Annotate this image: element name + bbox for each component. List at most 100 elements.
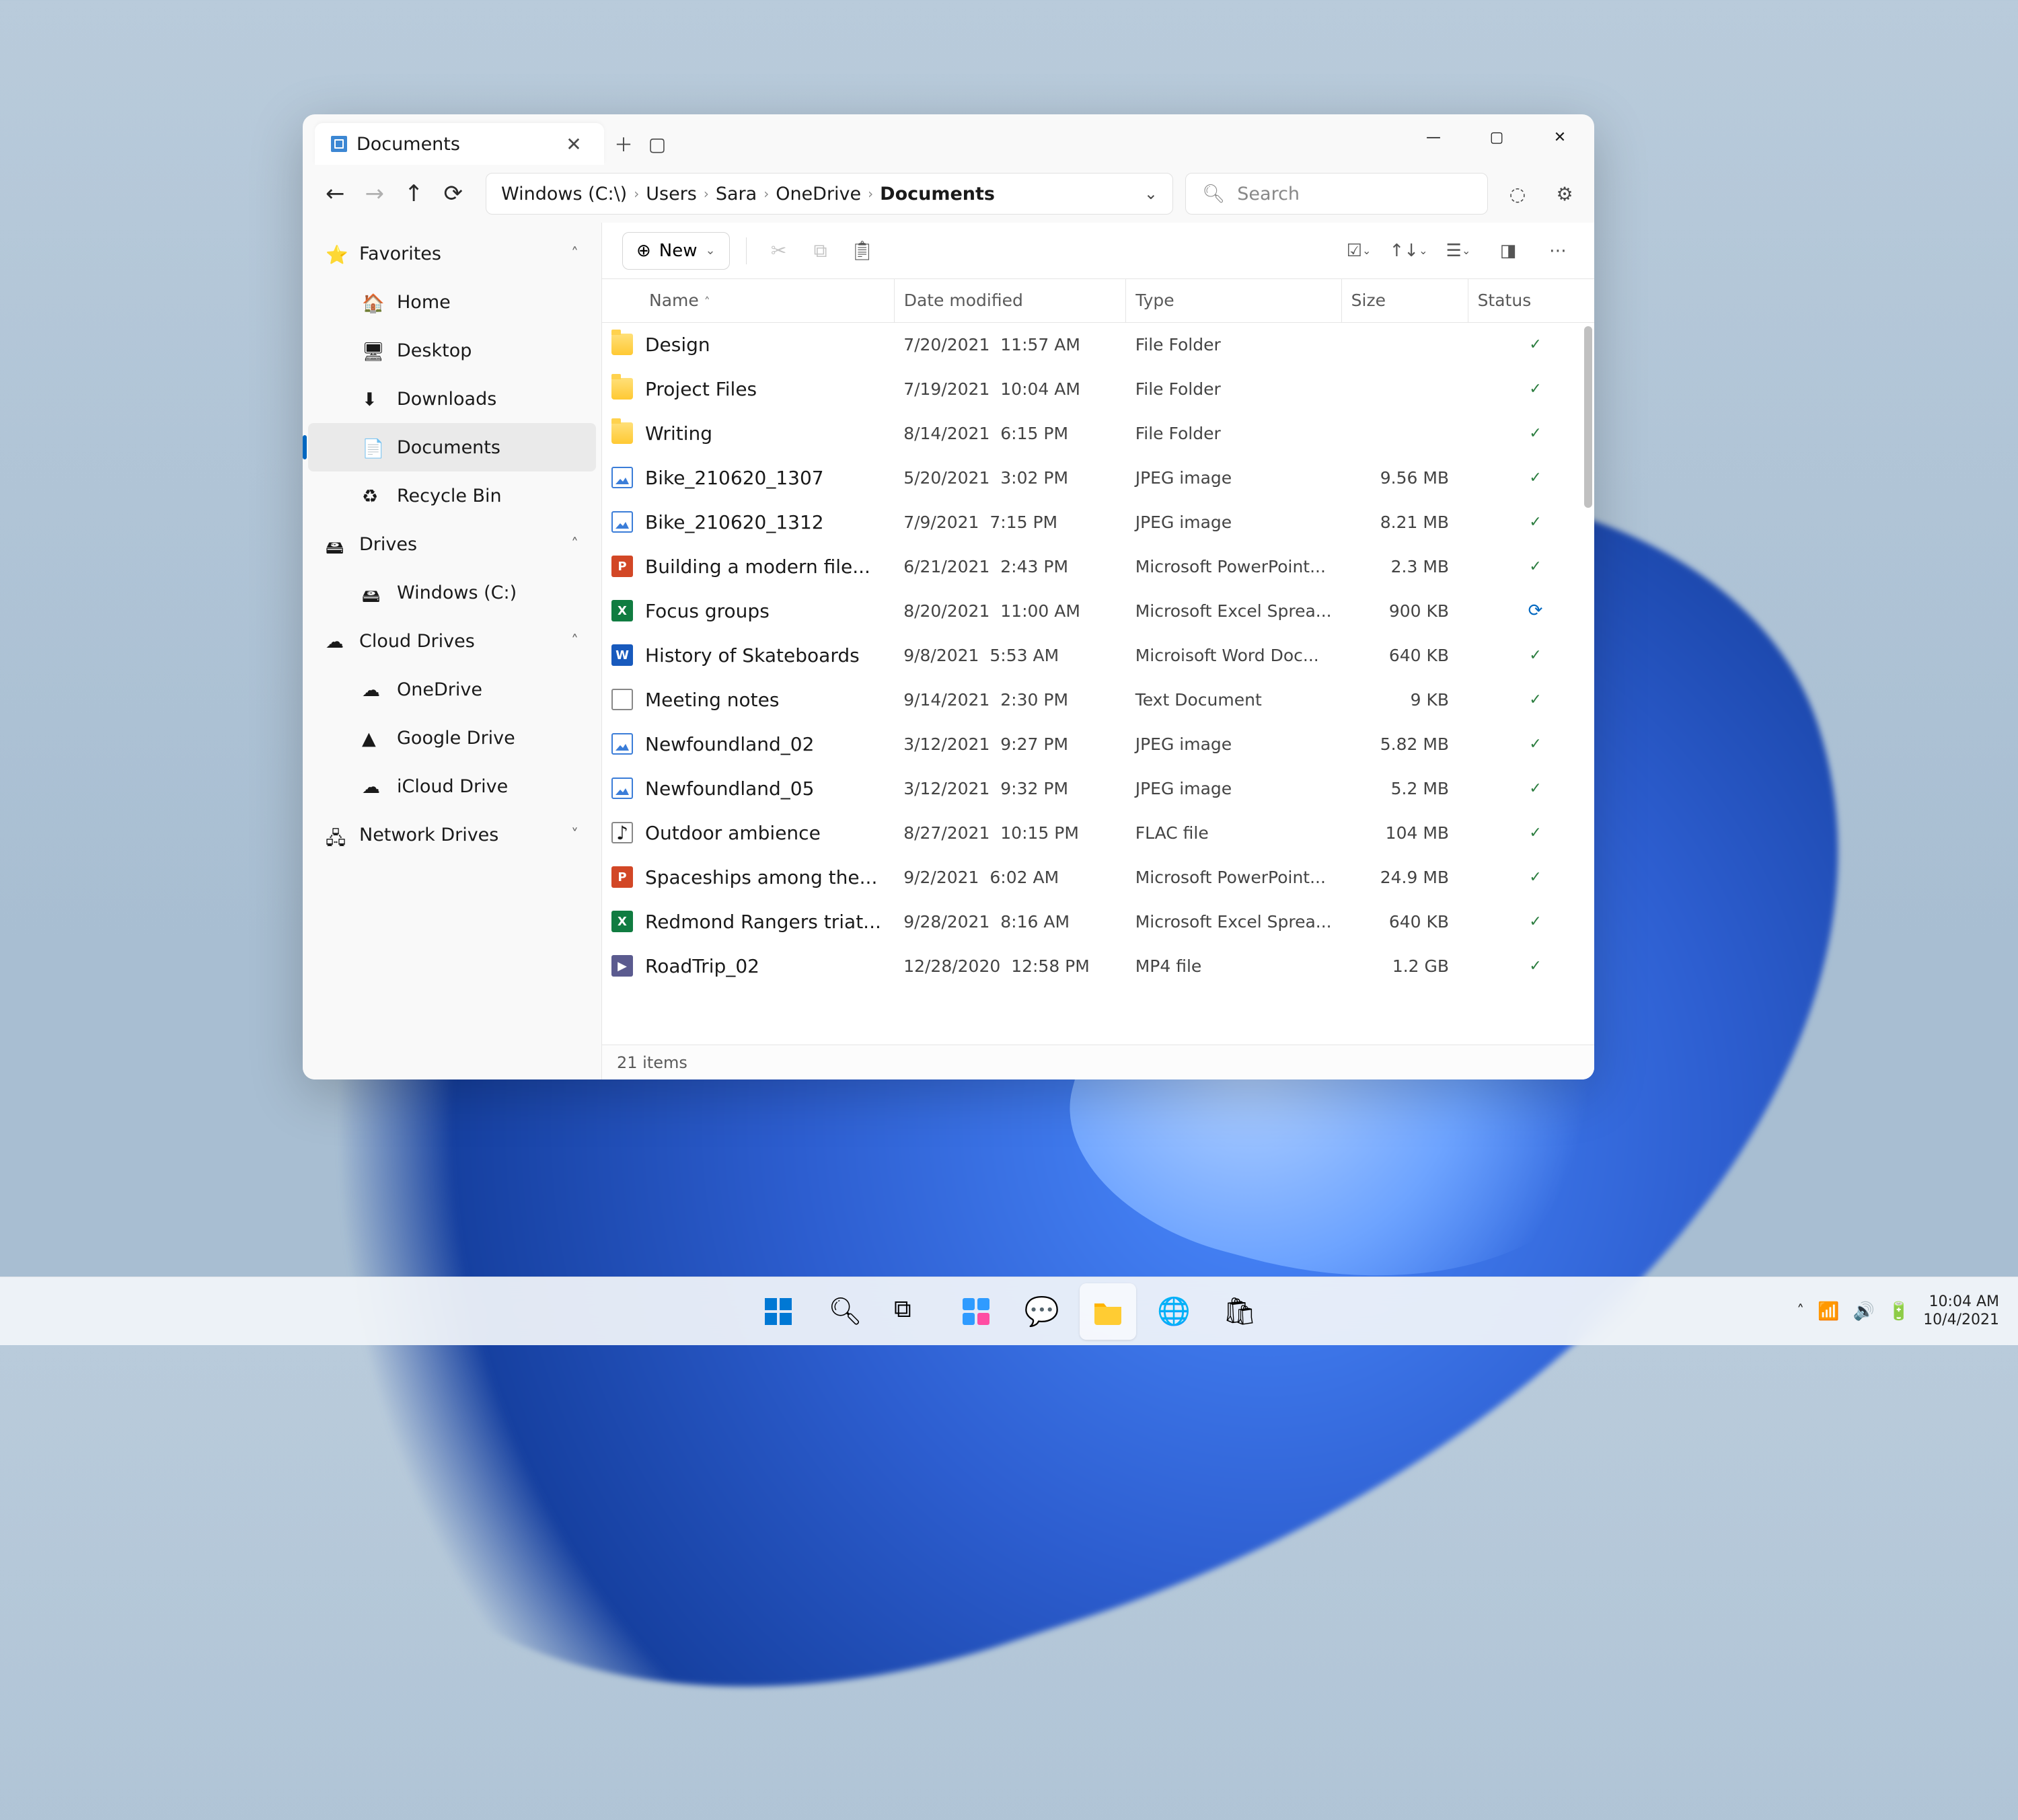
window-tab-documents[interactable]: Documents ✕ [315,123,604,165]
maximize-button[interactable]: ▢ [1466,118,1527,156]
folder-icon [611,422,633,444]
image-file-icon [611,511,633,533]
file-row[interactable]: Writing8/14/2021 6:15 PMFile Folder✓ [602,411,1594,455]
crumb-3[interactable]: OneDrive [776,184,861,204]
file-row[interactable]: Newfoundland_023/12/2021 9:27 PMJPEG ima… [602,722,1594,766]
scrollbar-thumb[interactable] [1584,326,1592,508]
file-size [1341,411,1468,455]
wifi-icon[interactable]: 📶 [1818,1301,1839,1322]
file-row[interactable]: ♪Outdoor ambience8/27/2021 10:15 PMFLAC … [602,810,1594,855]
search-box[interactable]: 🔍︎ Search [1185,173,1488,215]
sidebar-item-recycle-bin[interactable]: ♻︎Recycle Bin [308,471,596,520]
widgets-button[interactable] [948,1283,1004,1340]
file-row[interactable]: XRedmond Rangers triat...9/28/2021 8:16 … [602,899,1594,944]
crumb-4[interactable]: Documents [880,184,995,204]
home-icon: 🏠 [362,293,381,311]
file-row[interactable]: ▶RoadTrip_0212/28/2020 12:58 PMMP4 file1… [602,944,1594,988]
back-button[interactable]: ← [326,180,345,207]
file-name: Bike_210620_1312 [645,511,824,533]
select-button[interactable]: ☑ ⌄ [1343,235,1375,267]
tab-overview-button[interactable]: ▢ [643,130,671,158]
file-explorer-button[interactable] [1080,1283,1136,1340]
file-type: JPEG image [1126,500,1341,544]
column-modified[interactable]: Date modified [894,279,1126,322]
file-row[interactable]: XFocus groups8/20/2021 11:00 AMMicrosoft… [602,589,1594,633]
file-row[interactable]: Project Files7/19/2021 10:04 AMFile Fold… [602,367,1594,411]
file-date: 9/8/2021 [903,646,979,665]
details-pane-button[interactable]: ◨ [1492,235,1524,267]
edge-button[interactable]: 🌐 [1146,1283,1202,1340]
file-list[interactable]: Name˄ Date modified Type Size Status Des… [602,279,1594,1045]
sort-asc-icon: ˄ [704,295,710,309]
sidebar-item-desktop[interactable]: 🖥Desktop [308,326,596,375]
sidebar-item-google-drive[interactable]: ▲Google Drive [308,714,596,762]
close-tab-button[interactable]: ✕ [560,130,588,158]
sidebar-item-home[interactable]: 🏠Home [308,278,596,326]
sidebar-item-label: Desktop [397,340,472,361]
sidebar-section-favorites[interactable]: ⭐Favorites˄ [303,229,601,278]
minimize-button[interactable]: — [1403,118,1464,156]
new-button[interactable]: ⊕ New ⌄ [622,232,730,270]
sidebar-item-icloud-drive[interactable]: ☁iCloud Drive [308,762,596,810]
widgets-icon [960,1295,992,1328]
store-icon: 🛍︎ [1223,1295,1257,1327]
sidebar-item-onedrive[interactable]: ☁OneDrive [308,665,596,714]
file-row[interactable]: Bike_210620_13127/9/2021 7:15 PMJPEG ima… [602,500,1594,544]
file-row[interactable]: Newfoundland_053/12/2021 9:32 PMJPEG ima… [602,766,1594,810]
crumb-0[interactable]: Windows (C:\) [501,184,627,204]
file-size: 104 MB [1341,810,1468,855]
teams-chat-button[interactable]: 💬 [1014,1283,1070,1340]
cloud-icon: ☁︎ [326,632,344,650]
file-date: 5/20/2021 [903,468,989,488]
file-date: 9/2/2021 [903,868,979,887]
crumb-2[interactable]: Sara [716,184,757,204]
column-size[interactable]: Size [1341,279,1468,322]
refresh-button[interactable]: ⟳ [444,180,463,207]
paste-button[interactable]: 📋︎ [846,235,879,267]
settings-button[interactable]: ⚙ [1547,176,1582,211]
file-size: 5.2 MB [1341,766,1468,810]
sort-button[interactable]: ↑↓ ⌄ [1392,235,1425,267]
file-row[interactable]: PSpaceships among the...9/2/2021 6:02 AM… [602,855,1594,899]
titlebar: Documents ✕ ＋ ▢ — ▢ ✕ [303,114,1594,165]
store-button[interactable]: 🛍︎ [1211,1283,1268,1340]
clock-date: 10/4/2021 [1923,1312,1999,1329]
column-status[interactable]: Status [1468,279,1594,322]
search-icon: 🔍︎ [1202,183,1225,204]
battery-icon[interactable]: 🔋 [1888,1301,1910,1322]
sidebar-section-network-drives[interactable]: 🖧Network Drives˅ [303,810,601,859]
clock[interactable]: 10:04 AM 10/4/2021 [1923,1293,1999,1329]
sidebar-item-downloads[interactable]: ⬇︎Downloads [308,375,596,423]
address-bar[interactable]: Windows (C:\)› Users› Sara› OneDrive› Do… [486,173,1173,215]
sidebar-item-label: iCloud Drive [397,776,508,797]
column-name[interactable]: Name˄ [602,279,894,322]
sidebar-item-documents[interactable]: 📄Documents [308,423,596,471]
sidebar-section-drives[interactable]: 🖴Drives˄ [303,520,601,568]
tray-overflow-button[interactable]: ˄ [1797,1303,1804,1320]
file-row[interactable]: Meeting notes9/14/2021 2:30 PMText Docum… [602,677,1594,722]
sidebar-section-cloud-drives[interactable]: ☁︎Cloud Drives˄ [303,617,601,665]
file-row[interactable]: WHistory of Skateboards9/8/2021 5:53 AMM… [602,633,1594,677]
address-dropdown-button[interactable]: ⌄ [1144,184,1158,203]
close-window-button[interactable]: ✕ [1530,118,1590,156]
command-bar: ⊕ New ⌄ ✂ ⧉ 📋︎ ☑ ⌄ ↑↓ ⌄ ☰ ⌄ ◨ ⋯ [602,223,1594,279]
more-button[interactable]: ⋯ [1542,235,1574,267]
status-available-icon: ✓ [1468,677,1594,722]
up-button[interactable]: ↑ [404,180,424,207]
start-button[interactable] [750,1283,807,1340]
column-type[interactable]: Type [1126,279,1341,322]
search-button[interactable]: 🔍︎ [816,1283,872,1340]
sidebar-item-windows-c-[interactable]: 🖴Windows (C:) [308,568,596,617]
new-button-label: New [659,241,698,261]
crumb-1[interactable]: Users [646,184,697,204]
file-row[interactable]: Design7/20/2021 11:57 AMFile Folder✓ [602,322,1594,367]
volume-icon[interactable]: 🔊 [1853,1301,1874,1322]
gdrive-icon: ▲ [362,728,381,747]
view-button[interactable]: ☰ ⌄ [1442,235,1474,267]
file-size: 640 KB [1341,633,1468,677]
new-tab-button[interactable]: ＋ [609,130,638,158]
file-row[interactable]: Bike_210620_13075/20/2021 3:02 PMJPEG im… [602,455,1594,500]
file-row[interactable]: PBuilding a modern file...6/21/2021 2:43… [602,544,1594,589]
task-view-button[interactable]: ⧉ [882,1283,938,1340]
file-type: Microsoft Excel Sprea... [1126,899,1341,944]
